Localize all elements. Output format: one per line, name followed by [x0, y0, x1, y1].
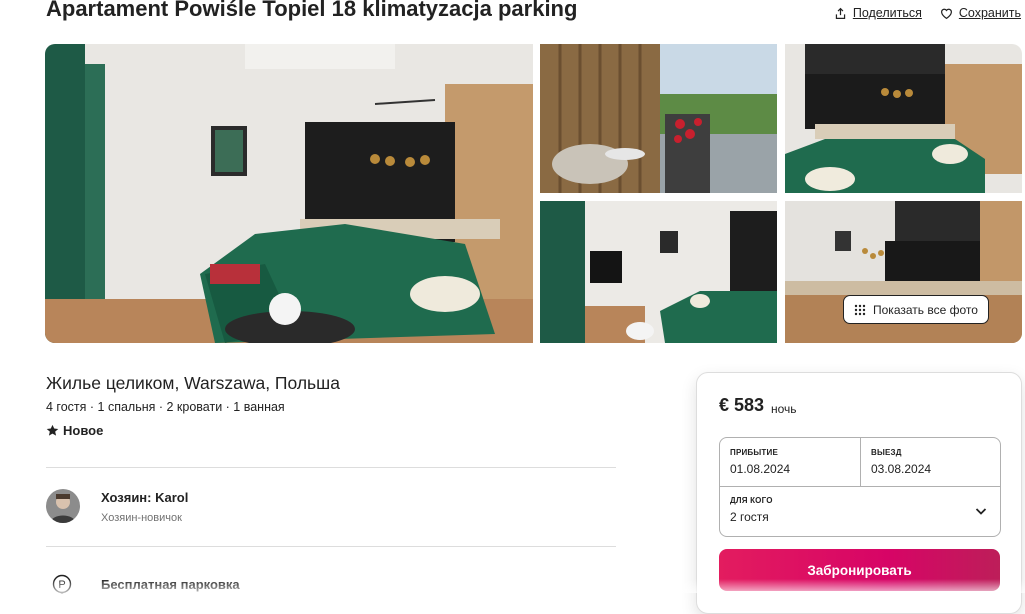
heart-icon: [940, 8, 952, 19]
grid-icon: [854, 304, 866, 315]
price-unit: ночь: [771, 402, 797, 416]
checkin-label: ПРИБЫТИЕ: [730, 448, 778, 457]
booking-card: € 583 ночь ПРИБЫТИЕ 01.08.2024 ВЫЕЗД 03.…: [696, 372, 1022, 614]
rating: Новое: [46, 423, 103, 438]
host-status: Хозяин-новичок: [101, 512, 182, 524]
photo-living-room[interactable]: [540, 201, 777, 343]
guests-value: 2 гостя: [730, 510, 769, 524]
checkout-label: ВЫЕЗД: [871, 448, 902, 457]
host-name: Хозяин: Karol: [101, 490, 189, 505]
dates-picker: ПРИБЫТИЕ 01.08.2024 ВЫЕЗД 03.08.2024 ДЛЯ…: [719, 437, 1001, 537]
divider: [46, 546, 616, 547]
photo-main[interactable]: [45, 44, 533, 343]
checkin-field[interactable]: ПРИБЫТИЕ 01.08.2024: [730, 448, 790, 476]
checkout-field[interactable]: ВЫЕЗД 03.08.2024: [871, 448, 931, 476]
save-button[interactable]: Сохранить: [940, 6, 1021, 20]
listing-title: Apartament Powiśle Topiel 18 klimatyzacj…: [46, 0, 578, 21]
parking-icon: P: [52, 574, 72, 594]
listing-specs: 4 гостя · 1 спальня · 2 кровати · 1 ванн…: [46, 400, 285, 414]
share-button[interactable]: Поделиться: [834, 6, 922, 20]
chevron-down-icon[interactable]: [974, 504, 988, 518]
checkin-value: 01.08.2024: [730, 462, 791, 476]
star-icon: [46, 424, 59, 436]
listing-actions: Поделиться Сохранить: [834, 6, 1021, 20]
photo-balcony[interactable]: [540, 44, 777, 193]
reserve-button[interactable]: Забронировать: [719, 549, 1000, 591]
divider: [46, 467, 616, 468]
guests-field[interactable]: ДЛЯ КОГО 2 гостя: [730, 496, 773, 524]
share-label: Поделиться: [852, 6, 922, 20]
divider: [720, 486, 1000, 487]
save-label: Сохранить: [958, 6, 1021, 20]
price: € 583: [719, 395, 765, 415]
rating-label: Новое: [63, 423, 104, 438]
listing-subtitle: Жилье целиком, Warszawa, Польша: [46, 373, 340, 393]
photo-kitchen-sofa[interactable]: [785, 44, 1022, 193]
share-icon: [835, 7, 846, 19]
svg-text:P: P: [58, 579, 65, 591]
show-all-photos-label: Показать все фото: [873, 302, 978, 317]
guests-label: ДЛЯ КОГО: [730, 496, 773, 505]
checkout-value: 03.08.2024: [871, 462, 932, 476]
amenity-label: Бесплатная парковка: [101, 577, 240, 592]
host-avatar[interactable]: [46, 489, 80, 523]
show-all-photos-button[interactable]: Показать все фото: [843, 295, 989, 324]
divider: [860, 438, 861, 486]
